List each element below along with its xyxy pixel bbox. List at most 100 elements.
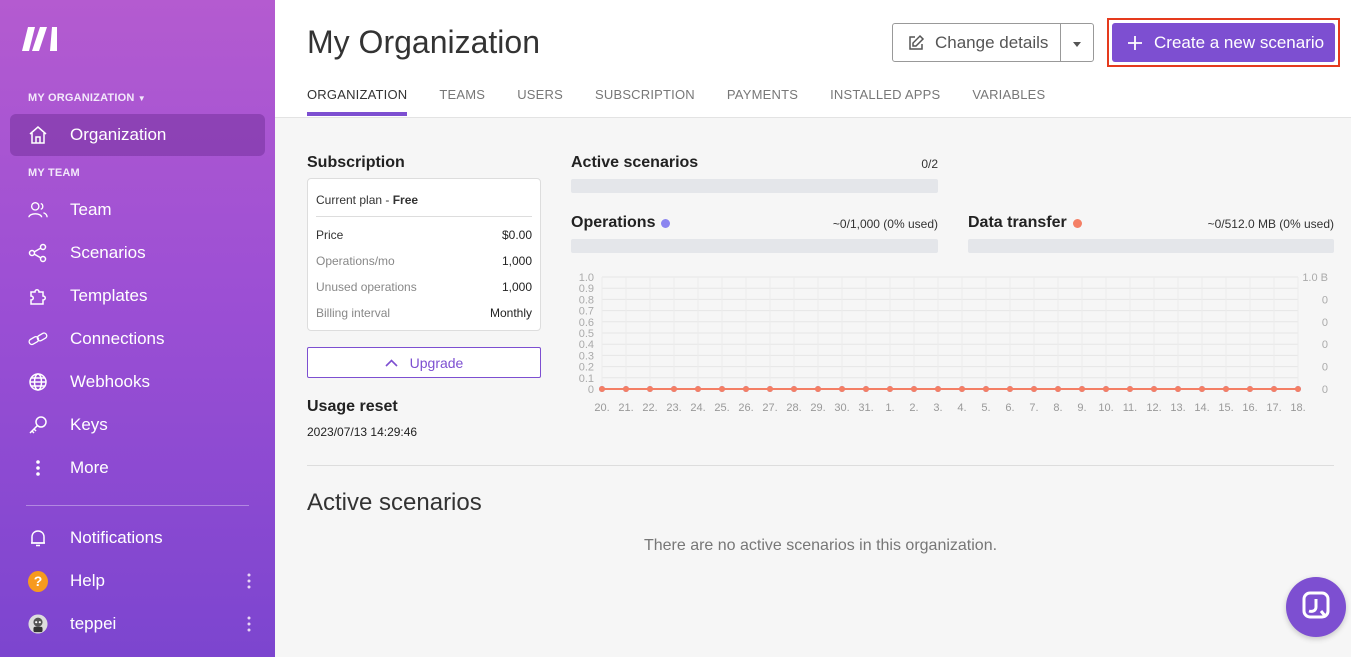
active-scenarios-progress-bar	[571, 179, 938, 193]
series-point-1	[1271, 386, 1277, 392]
plan-row-unused: Unused operations 1,000	[316, 280, 532, 294]
sidebar-item-label: Keys	[70, 415, 108, 434]
sidebar-item-team[interactable]: Team	[10, 189, 265, 231]
usage-reset-title: Usage reset	[307, 398, 398, 415]
make-logo[interactable]	[22, 27, 58, 51]
create-scenario-button[interactable]: Create a new scenario	[1112, 23, 1335, 62]
support-chat-button[interactable]	[1286, 577, 1346, 637]
sidebar-item-label: Notifications	[70, 528, 163, 547]
tab-teams[interactable]: TEAMS	[439, 87, 485, 113]
sidebar-item-keys[interactable]: Keys	[10, 404, 265, 446]
series-point-1	[767, 386, 773, 392]
avatar	[28, 614, 48, 634]
tab-installed-apps[interactable]: INSTALLED APPS	[830, 87, 940, 113]
sidebar-item-connections[interactable]: Connections	[10, 318, 265, 360]
user-menu-icon[interactable]	[247, 615, 251, 633]
sidebar-item-user[interactable]: teppei	[10, 603, 265, 645]
upgrade-button[interactable]: Upgrade	[307, 347, 541, 378]
share-icon	[28, 243, 48, 263]
plan-prefix: Current plan -	[316, 193, 393, 207]
usage-chart: 00.10.20.30.40.50.60.70.80.91.0000001.0 …	[579, 272, 1328, 414]
page-header: My Organization Change details Create a …	[275, 0, 1351, 118]
series-point-1	[623, 386, 629, 392]
help-menu-icon[interactable]	[247, 572, 251, 590]
tab-subscription[interactable]: SUBSCRIPTION	[595, 87, 695, 113]
sidebar-item-webhooks[interactable]: Webhooks	[10, 361, 265, 403]
y-left-tick-label: 0.2	[579, 362, 594, 374]
series-point-1	[1079, 386, 1085, 392]
x-tick-label: 2.	[909, 402, 918, 414]
x-tick-label: 15.	[1218, 402, 1233, 414]
plan-row-price: Price $0.00	[316, 228, 532, 242]
plan-row-key: Price	[316, 228, 344, 242]
series-point-1	[719, 386, 725, 392]
series-point-1	[647, 386, 653, 392]
create-scenario-label: Create a new scenario	[1154, 32, 1325, 52]
x-tick-label: 27.	[762, 402, 777, 414]
sidebar-divider	[26, 505, 249, 506]
tab-organization[interactable]: ORGANIZATION	[307, 87, 408, 116]
x-tick-label: 8.	[1053, 402, 1062, 414]
operations-metric-title: Operations	[571, 214, 671, 232]
change-details-button[interactable]: Change details	[892, 23, 1061, 62]
sidebar-item-help[interactable]: ? Help	[10, 560, 265, 602]
sidebar-item-label: teppei	[70, 614, 117, 633]
x-tick-label: 21.	[618, 402, 633, 414]
x-tick-label: 17.	[1266, 402, 1281, 414]
series-point-1	[1007, 386, 1013, 392]
x-tick-label: 16.	[1242, 402, 1257, 414]
sidebar-item-label: Team	[70, 200, 112, 219]
series-point-1	[599, 386, 605, 392]
series-point-1	[1175, 386, 1181, 392]
tab-payments[interactable]: PAYMENTS	[727, 87, 798, 113]
x-tick-label: 22.	[642, 402, 657, 414]
y-left-tick-label: 0.1	[579, 373, 594, 385]
x-tick-label: 14.	[1194, 402, 1209, 414]
puzzle-icon	[28, 286, 48, 306]
data-transfer-metric-value: ~0/512.0 MB (0% used)	[1207, 217, 1334, 231]
subscription-title: Subscription	[307, 154, 405, 171]
y-left-tick-label: 0.5	[579, 328, 594, 340]
tab-variables[interactable]: VARIABLES	[972, 87, 1045, 113]
y-right-tick-label: 0	[1322, 362, 1328, 374]
x-tick-label: 9.	[1077, 402, 1086, 414]
plan-row-value: 1,000	[501, 254, 532, 268]
change-details-dropdown-button[interactable]	[1060, 23, 1094, 62]
x-tick-label: 5.	[981, 402, 990, 414]
plan-row-value: 1,000	[501, 280, 532, 294]
plan-divider	[316, 216, 532, 217]
x-tick-label: 4.	[957, 402, 966, 414]
home-icon	[28, 125, 48, 145]
metric-label: Operations	[571, 214, 656, 231]
sidebar-item-label: More	[70, 458, 109, 477]
plan-row-value: $0.00	[501, 228, 532, 242]
sidebar-item-scenarios[interactable]: Scenarios	[10, 232, 265, 274]
series-point-1	[1247, 386, 1253, 392]
series-point-1	[1151, 386, 1157, 392]
y-right-tick-label: 0	[1322, 384, 1328, 396]
sidebar-item-organization[interactable]: Organization	[10, 114, 265, 156]
y-right-tick-label: 0	[1322, 317, 1328, 329]
operations-metric-value: ~0/1,000 (0% used)	[832, 217, 938, 231]
x-tick-label: 18.	[1290, 402, 1305, 414]
operations-legend-dot	[661, 218, 671, 228]
change-details-label: Change details	[935, 32, 1049, 52]
y-right-tick-label: 1.0 B	[1302, 272, 1328, 284]
upgrade-label: Upgrade	[409, 354, 464, 371]
chat-icon	[1301, 590, 1331, 625]
series-point-1	[863, 386, 869, 392]
empty-state-message: There are no active scenarios in this or…	[643, 537, 998, 554]
metric-label: Active scenarios	[571, 154, 699, 171]
sidebar-item-templates[interactable]: Templates	[10, 275, 265, 317]
tab-users[interactable]: USERS	[517, 87, 563, 113]
create-scenario-highlight: Create a new scenario	[1107, 18, 1340, 67]
users-icon	[28, 200, 48, 220]
sidebar: MY ORGANIZATION ▼ Organization MY TEAM T…	[0, 0, 275, 657]
plus-icon	[1128, 35, 1142, 50]
data-transfer-progress-bar	[968, 239, 1334, 253]
sidebar-item-more[interactable]: More	[10, 447, 265, 489]
x-tick-label: 28.	[786, 402, 801, 414]
org-section-header[interactable]: MY ORGANIZATION ▼	[28, 92, 146, 104]
sidebar-item-label: Connections	[70, 329, 165, 348]
sidebar-item-notifications[interactable]: Notifications	[10, 517, 265, 559]
